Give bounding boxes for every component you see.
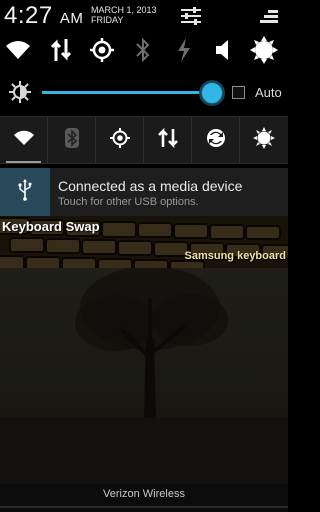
date-line: MARCH 1, 2013	[91, 5, 157, 15]
auto-brightness-label: Auto	[255, 85, 282, 100]
quick-settings-row	[0, 116, 288, 164]
qs-auto-rotate[interactable]	[192, 117, 240, 163]
bluetooth-icon[interactable]	[129, 36, 157, 64]
usb-icon-container	[0, 168, 50, 216]
usb-icon	[17, 178, 33, 206]
sound-icon[interactable]	[210, 36, 238, 64]
auto-brightness-checkbox[interactable]	[232, 86, 245, 99]
usb-notification-title: Connected as a media device	[58, 178, 243, 194]
toggle-row	[0, 32, 288, 70]
clear-all-icon[interactable]	[258, 6, 280, 26]
keyboard-swap-subtitle: Samsung keyboard	[184, 250, 286, 262]
wallpaper-background	[0, 266, 288, 484]
wifi-icon	[13, 129, 35, 152]
qs-bluetooth[interactable]	[48, 117, 96, 163]
gps-icon	[109, 127, 131, 154]
panel-drag-handle[interactable]	[0, 506, 288, 508]
tree-silhouette-image	[0, 266, 288, 484]
brightness-slider-fill[interactable]	[42, 91, 212, 94]
clock-ampm: AM	[59, 10, 84, 27]
qs-indicator	[6, 161, 41, 163]
brightness-icon	[9, 81, 31, 103]
keyboard-swap-title: Keyboard Swap	[2, 219, 100, 234]
auto-rotate-icon	[205, 127, 227, 154]
settings-sliders-icon[interactable]	[180, 6, 202, 26]
mobile-data-icon[interactable]	[47, 36, 75, 64]
wifi-icon[interactable]	[4, 36, 32, 64]
flight-mode-icon[interactable]	[170, 36, 198, 64]
brightness-icon	[252, 126, 275, 154]
qs-data[interactable]	[144, 117, 192, 163]
keyboard-swap-notification[interactable]: Keyboard Swap Samsung keyboard	[0, 216, 288, 268]
usb-notification[interactable]: Connected as a media device Touch for ot…	[0, 168, 288, 216]
carrier-label: Verizon Wireless	[103, 488, 185, 500]
qs-brightness[interactable]	[240, 117, 287, 163]
brightness-slider-handle[interactable]	[201, 82, 223, 104]
usb-notification-subtitle: Touch for other USB options.	[58, 196, 199, 208]
qs-wifi[interactable]	[0, 117, 48, 163]
brightness-auto-icon[interactable]	[250, 36, 278, 64]
qs-gps[interactable]	[96, 117, 144, 163]
bluetooth-icon	[64, 127, 80, 154]
gps-icon[interactable]	[88, 36, 116, 64]
notification-header: 4:27 AM MARCH 1, 2013 FRIDAY	[0, 0, 288, 32]
mobile-data-icon	[157, 127, 178, 154]
clock-time: 4:27	[4, 2, 53, 29]
clock: 4:27 AM	[4, 2, 83, 33]
weekday-line: FRIDAY	[91, 15, 124, 25]
date-display: MARCH 1, 2013 FRIDAY	[91, 5, 157, 25]
